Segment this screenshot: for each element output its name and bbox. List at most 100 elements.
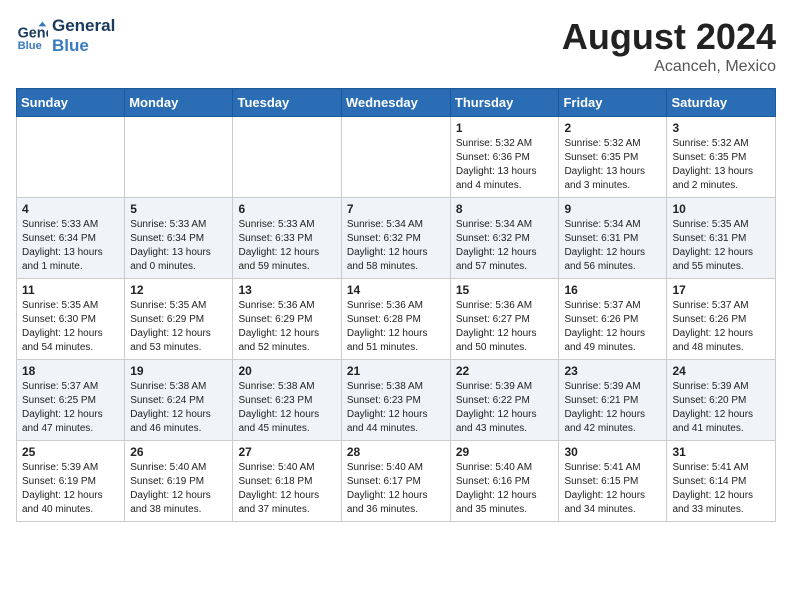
- col-header-thursday: Thursday: [450, 89, 559, 117]
- day-number: 3: [672, 121, 770, 135]
- col-header-friday: Friday: [559, 89, 667, 117]
- day-number: 29: [456, 445, 554, 459]
- calendar-cell: 7 Sunrise: 5:34 AM Sunset: 6:32 PM Daylig…: [341, 198, 450, 279]
- calendar-cell: 18 Sunrise: 5:37 AM Sunset: 6:25 PM Dayli…: [17, 360, 125, 441]
- day-number: 28: [347, 445, 445, 459]
- logo-blue: Blue: [52, 36, 115, 56]
- day-info: Sunrise: 5:37 AM Sunset: 6:26 PM Dayligh…: [672, 299, 770, 355]
- col-header-sunday: Sunday: [17, 89, 125, 117]
- day-number: 14: [347, 283, 445, 297]
- calendar-cell: 16 Sunrise: 5:37 AM Sunset: 6:26 PM Dayli…: [559, 279, 667, 360]
- day-number: 9: [564, 202, 661, 216]
- logo-icon: General Blue: [16, 20, 48, 52]
- day-number: 31: [672, 445, 770, 459]
- calendar-cell: 15Sunrise: 5:36 AM Sunset: 6:27 PM Dayli…: [450, 279, 559, 360]
- calendar-cell: 27 Sunrise: 5:40 AM Sunset: 6:18 PM Dayli…: [233, 441, 341, 522]
- day-info: Sunrise: 5:40 AM Sunset: 6:18 PM Dayligh…: [238, 461, 335, 517]
- calendar-cell: 9 Sunrise: 5:34 AM Sunset: 6:31 PM Daylig…: [559, 198, 667, 279]
- logo: General Blue General Blue: [16, 16, 115, 57]
- calendar-cell: 30Sunrise: 5:41 AM Sunset: 6:15 PM Dayli…: [559, 441, 667, 522]
- calendar-cell: 21 Sunrise: 5:38 AM Sunset: 6:23 PM Dayli…: [341, 360, 450, 441]
- calendar-cell: 12 Sunrise: 5:35 AM Sunset: 6:29 PM Dayli…: [125, 279, 233, 360]
- day-info: Sunrise: 5:36 AM Sunset: 6:27 PM Dayligh…: [456, 299, 554, 355]
- day-number: 2: [564, 121, 661, 135]
- day-info: Sunrise: 5:35 AM Sunset: 6:29 PM Dayligh…: [130, 299, 227, 355]
- calendar-cell: 23 Sunrise: 5:39 AM Sunset: 6:21 PM Dayli…: [559, 360, 667, 441]
- day-info: Sunrise: 5:41 AM Sunset: 6:15 PM Dayligh…: [564, 461, 661, 517]
- day-number: 10: [672, 202, 770, 216]
- day-info: Sunrise: 5:36 AM Sunset: 6:29 PM Dayligh…: [238, 299, 335, 355]
- day-info: Sunrise: 5:32 AM Sunset: 6:36 PM Dayligh…: [456, 137, 554, 193]
- calendar-cell: 14 Sunrise: 5:36 AM Sunset: 6:28 PM Dayli…: [341, 279, 450, 360]
- calendar-cell: 2 Sunrise: 5:32 AM Sunset: 6:35 PM Daylig…: [559, 117, 667, 198]
- calendar-cell: 5 Sunrise: 5:33 AM Sunset: 6:34 PM Daylig…: [125, 198, 233, 279]
- calendar-cell: 11 Sunrise: 5:35 AM Sunset: 6:30 PM Dayli…: [17, 279, 125, 360]
- day-number: 21: [347, 364, 445, 378]
- logo-general: General: [52, 16, 115, 36]
- day-number: 6: [238, 202, 335, 216]
- calendar-cell: 19 Sunrise: 5:38 AM Sunset: 6:24 PM Dayli…: [125, 360, 233, 441]
- day-number: 19: [130, 364, 227, 378]
- day-info: Sunrise: 5:39 AM Sunset: 6:22 PM Dayligh…: [456, 380, 554, 436]
- day-info: Sunrise: 5:38 AM Sunset: 6:23 PM Dayligh…: [238, 380, 335, 436]
- calendar-table: SundayMondayTuesdayWednesdayThursdayFrid…: [16, 88, 776, 522]
- calendar-cell: 29 Sunrise: 5:40 AM Sunset: 6:16 PM Dayli…: [450, 441, 559, 522]
- day-info: Sunrise: 5:37 AM Sunset: 6:26 PM Dayligh…: [564, 299, 661, 355]
- calendar-title: August 2024: [562, 16, 776, 58]
- day-info: Sunrise: 5:40 AM Sunset: 6:17 PM Dayligh…: [347, 461, 445, 517]
- day-info: Sunrise: 5:38 AM Sunset: 6:23 PM Dayligh…: [347, 380, 445, 436]
- day-info: Sunrise: 5:35 AM Sunset: 6:31 PM Dayligh…: [672, 218, 770, 274]
- calendar-cell: [341, 117, 450, 198]
- day-info: Sunrise: 5:34 AM Sunset: 6:32 PM Dayligh…: [347, 218, 445, 274]
- day-info: Sunrise: 5:34 AM Sunset: 6:32 PM Dayligh…: [456, 218, 554, 274]
- day-number: 5: [130, 202, 227, 216]
- col-header-saturday: Saturday: [667, 89, 776, 117]
- day-number: 24: [672, 364, 770, 378]
- day-info: Sunrise: 5:39 AM Sunset: 6:20 PM Dayligh…: [672, 380, 770, 436]
- calendar-cell: 6 Sunrise: 5:33 AM Sunset: 6:33 PM Daylig…: [233, 198, 341, 279]
- day-number: 25: [22, 445, 119, 459]
- day-info: Sunrise: 5:40 AM Sunset: 6:16 PM Dayligh…: [456, 461, 554, 517]
- day-info: Sunrise: 5:34 AM Sunset: 6:31 PM Dayligh…: [564, 218, 661, 274]
- day-number: 20: [238, 364, 335, 378]
- calendar-cell: 25 Sunrise: 5:39 AM Sunset: 6:19 PM Dayli…: [17, 441, 125, 522]
- day-info: Sunrise: 5:36 AM Sunset: 6:28 PM Dayligh…: [347, 299, 445, 355]
- svg-text:Blue: Blue: [18, 40, 42, 52]
- day-info: Sunrise: 5:33 AM Sunset: 6:34 PM Dayligh…: [22, 218, 119, 274]
- day-info: Sunrise: 5:41 AM Sunset: 6:14 PM Dayligh…: [672, 461, 770, 517]
- day-info: Sunrise: 5:38 AM Sunset: 6:24 PM Dayligh…: [130, 380, 227, 436]
- day-info: Sunrise: 5:33 AM Sunset: 6:33 PM Dayligh…: [238, 218, 335, 274]
- calendar-subtitle: Acanceh, Mexico: [562, 58, 776, 76]
- day-number: 8: [456, 202, 554, 216]
- day-number: 16: [564, 283, 661, 297]
- day-info: Sunrise: 5:32 AM Sunset: 6:35 PM Dayligh…: [672, 137, 770, 193]
- day-number: 26: [130, 445, 227, 459]
- calendar-cell: 8 Sunrise: 5:34 AM Sunset: 6:32 PM Daylig…: [450, 198, 559, 279]
- calendar-cell: 31 Sunrise: 5:41 AM Sunset: 6:14 PM Dayli…: [667, 441, 776, 522]
- day-number: 7: [347, 202, 445, 216]
- calendar-cell: 3 Sunrise: 5:32 AM Sunset: 6:35 PM Daylig…: [667, 117, 776, 198]
- day-info: Sunrise: 5:33 AM Sunset: 6:34 PM Dayligh…: [130, 218, 227, 274]
- calendar-cell: [17, 117, 125, 198]
- day-number: 18: [22, 364, 119, 378]
- day-info: Sunrise: 5:37 AM Sunset: 6:25 PM Dayligh…: [22, 380, 119, 436]
- page-header: General Blue General Blue August 2024 Ac…: [16, 16, 776, 76]
- calendar-cell: 28 Sunrise: 5:40 AM Sunset: 6:17 PM Dayli…: [341, 441, 450, 522]
- calendar-cell: 20 Sunrise: 5:38 AM Sunset: 6:23 PM Dayli…: [233, 360, 341, 441]
- day-info: Sunrise: 5:40 AM Sunset: 6:19 PM Dayligh…: [130, 461, 227, 517]
- calendar-cell: [125, 117, 233, 198]
- day-number: 22: [456, 364, 554, 378]
- day-number: 13: [238, 283, 335, 297]
- day-number: 23: [564, 364, 661, 378]
- calendar-cell: 1Sunrise: 5:32 AM Sunset: 6:36 PM Daylig…: [450, 117, 559, 198]
- day-info: Sunrise: 5:35 AM Sunset: 6:30 PM Dayligh…: [22, 299, 119, 355]
- calendar-cell: 22 Sunrise: 5:39 AM Sunset: 6:22 PM Dayli…: [450, 360, 559, 441]
- day-number: 12: [130, 283, 227, 297]
- day-info: Sunrise: 5:32 AM Sunset: 6:35 PM Dayligh…: [564, 137, 661, 193]
- col-header-monday: Monday: [125, 89, 233, 117]
- day-info: Sunrise: 5:39 AM Sunset: 6:21 PM Dayligh…: [564, 380, 661, 436]
- day-number: 11: [22, 283, 119, 297]
- calendar-cell: 17Sunrise: 5:37 AM Sunset: 6:26 PM Dayli…: [667, 279, 776, 360]
- day-number: 27: [238, 445, 335, 459]
- day-info: Sunrise: 5:39 AM Sunset: 6:19 PM Dayligh…: [22, 461, 119, 517]
